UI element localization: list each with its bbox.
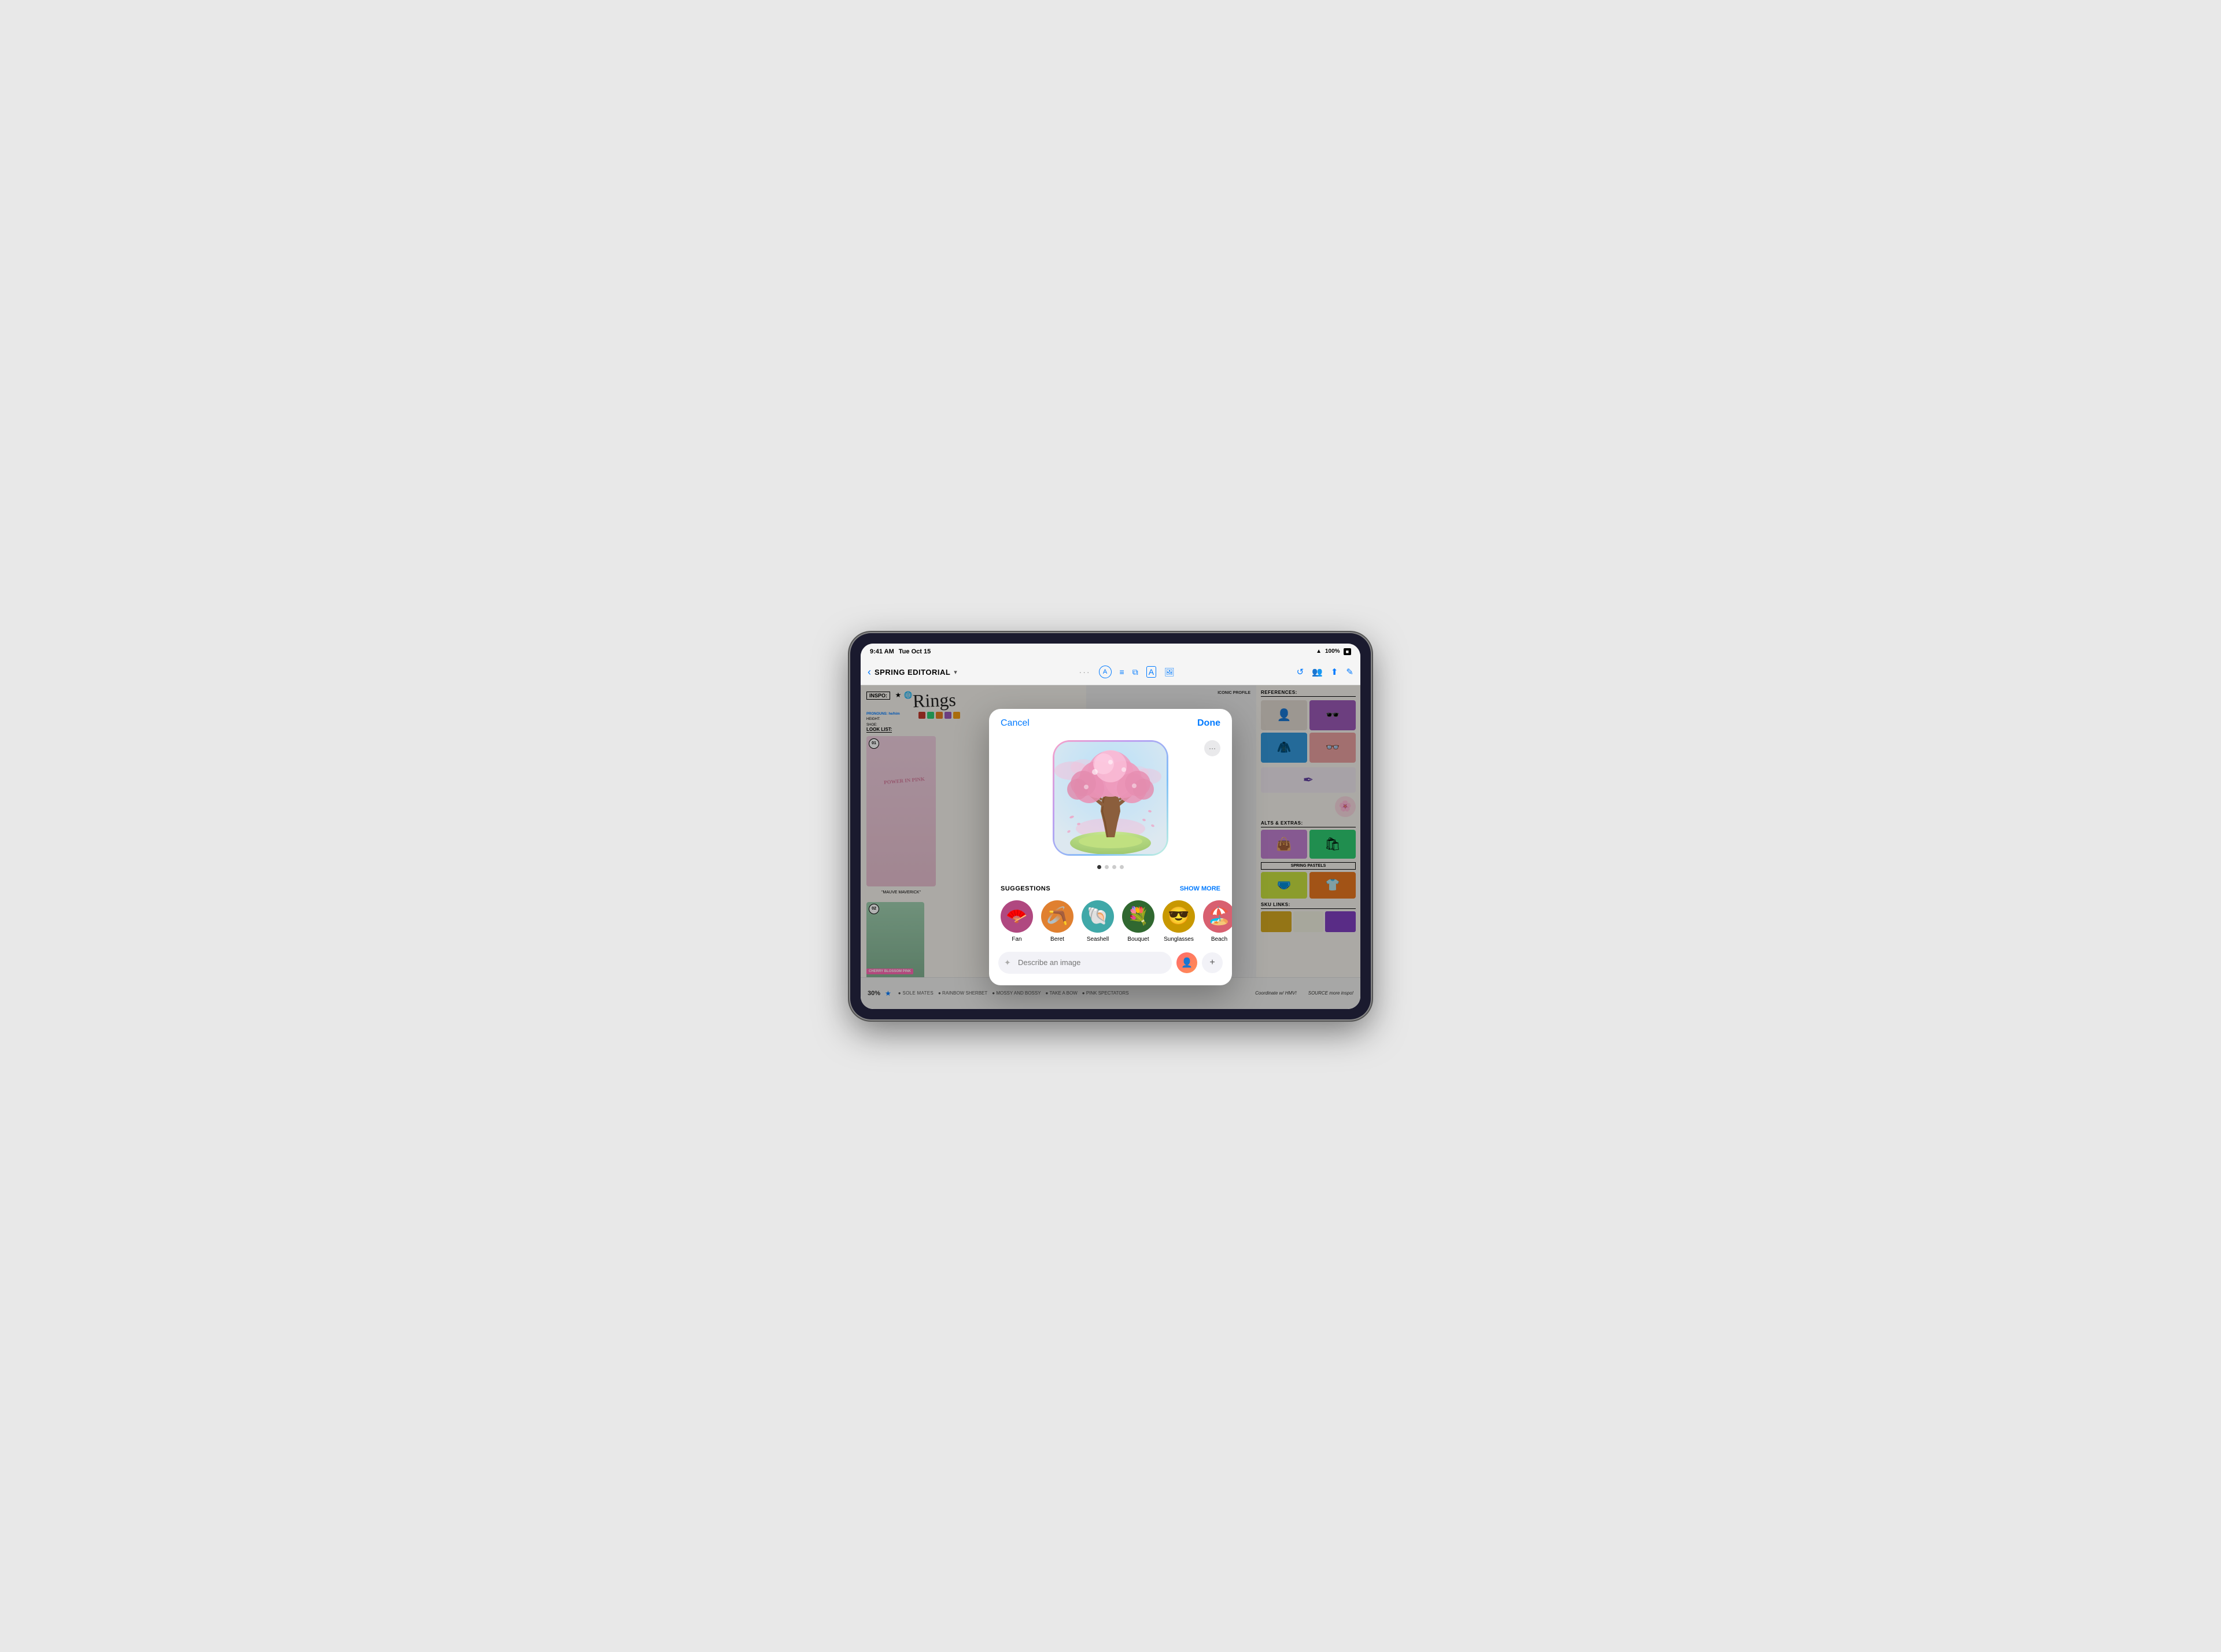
seashell-emoji-bg: 🐚	[1082, 900, 1114, 933]
page-dot-2	[1105, 865, 1109, 869]
image-tool-icon[interactable]: 🖼	[1164, 667, 1175, 677]
fan-emoji-bg: 🪭	[1001, 900, 1033, 933]
beret-label: Beret	[1050, 936, 1064, 943]
bouquet-label: Bouquet	[1127, 936, 1149, 943]
ipad-device: 9:41 AM Tue Oct 15 ▲ 100% ■ ‹ SPRING EDI…	[850, 633, 1371, 1019]
suggestion-item-seashell[interactable]: 🐚 Seashell	[1082, 900, 1114, 943]
toolbar-left: ‹ SPRING EDITORIAL ▾	[868, 666, 957, 678]
beret-emoji: 🪃	[1046, 906, 1068, 926]
seashell-label: Seashell	[1087, 936, 1109, 943]
show-more-button[interactable]: SHOW MORE	[1180, 885, 1220, 892]
image-picker-modal: Cancel Done ···	[989, 709, 1232, 985]
text-tool-icon[interactable]: ≡	[1120, 667, 1124, 677]
document-title: SPRING EDITORIAL	[875, 668, 950, 677]
fan-emoji: 🪭	[1006, 906, 1027, 926]
page-dot-1	[1097, 865, 1101, 869]
more-dots-icon: ···	[1209, 744, 1216, 752]
person-button[interactable]: 👤	[1176, 952, 1197, 973]
suggestions-section: SUGGESTIONS SHOW MORE 🪭 Fan	[989, 885, 1232, 952]
suggestion-item-fan[interactable]: 🪭 Fan	[1001, 900, 1033, 943]
seashell-emoji: 🐚	[1087, 906, 1108, 926]
sunglasses-emoji: 😎	[1168, 906, 1189, 926]
suggestion-item-beret[interactable]: 🪃 Beret	[1041, 900, 1073, 943]
describe-input[interactable]	[998, 952, 1172, 974]
modal-overlay[interactable]: Cancel Done ···	[861, 685, 1360, 1009]
battery-icon: ■	[1344, 648, 1351, 655]
ai-generated-image	[1054, 742, 1167, 854]
sunglasses-label: Sunglasses	[1164, 936, 1194, 943]
beach-label: Beach	[1211, 936, 1227, 943]
collaboration-icon[interactable]: 👥	[1312, 667, 1323, 677]
image-more-options-button[interactable]: ···	[1204, 740, 1220, 756]
toolbar-right: ↺ 👥 ⬆ ✎	[1297, 667, 1353, 677]
status-right: ▲ 100% ■	[1316, 648, 1351, 655]
suggestion-item-beach[interactable]: 🏖️ Beach	[1203, 900, 1232, 943]
bouquet-emoji-bg: 💐	[1122, 900, 1154, 933]
edit-icon[interactable]: ✎	[1346, 667, 1353, 677]
ipad-screen: 9:41 AM Tue Oct 15 ▲ 100% ■ ‹ SPRING EDI…	[861, 644, 1360, 1009]
bouquet-emoji: 💐	[1127, 906, 1149, 926]
beach-emoji: 🏖️	[1208, 906, 1230, 926]
date-display: Tue Oct 15	[899, 648, 931, 655]
done-button[interactable]: Done	[1197, 718, 1220, 729]
time-display: 9:41 AM	[870, 648, 894, 655]
wifi-icon: ▲	[1316, 648, 1322, 655]
describe-input-wrapper[interactable]: ✦	[998, 952, 1172, 974]
share-icon[interactable]: ⬆	[1331, 667, 1338, 677]
suggestions-grid: 🪭 Fan 🪃 Beret	[1001, 900, 1220, 943]
sunglasses-emoji-bg: 😎	[1163, 900, 1195, 933]
suggestion-item-bouquet[interactable]: 💐 Bouquet	[1122, 900, 1154, 943]
history-icon[interactable]: ↺	[1297, 667, 1304, 677]
toolbar-center: ··· A ≡ ⧉ A 🖼	[962, 666, 1292, 678]
main-canvas-area[interactable]: INSPO: ★ 🌐 Rings PRONOUNS: he/him HEIGHT…	[861, 685, 1360, 1009]
layers-tool-icon[interactable]: ⧉	[1132, 667, 1138, 677]
status-left: 9:41 AM Tue Oct 15	[870, 648, 931, 655]
back-button[interactable]: ‹	[868, 666, 871, 678]
page-dot-4	[1120, 865, 1124, 869]
toolbar-more-dots: ···	[1079, 667, 1091, 677]
textbox-tool-icon[interactable]: A	[1146, 666, 1156, 678]
page-dot-3	[1112, 865, 1116, 869]
battery-display: 100%	[1325, 648, 1340, 655]
beach-emoji-bg: 🏖️	[1203, 900, 1232, 933]
beret-emoji-bg: 🪃	[1041, 900, 1073, 933]
image-input-area: ✦ 👤 +	[989, 952, 1232, 985]
sparkle-icon: ✦	[1004, 958, 1011, 967]
person-icon: 👤	[1181, 957, 1193, 969]
fan-label: Fan	[1012, 936, 1021, 943]
modal-header: Cancel Done	[989, 709, 1232, 733]
image-page-indicators	[1097, 865, 1124, 869]
add-button[interactable]: +	[1202, 952, 1223, 973]
suggestion-item-sunglasses[interactable]: 😎 Sunglasses	[1163, 900, 1195, 943]
suggestions-label: SUGGESTIONS	[1001, 885, 1050, 892]
cancel-button[interactable]: Cancel	[1001, 718, 1030, 729]
pencil-tool-icon[interactable]: A	[1099, 666, 1112, 678]
suggestions-header: SUGGESTIONS SHOW MORE	[1001, 885, 1220, 892]
image-gradient-border	[1053, 740, 1168, 856]
status-bar: 9:41 AM Tue Oct 15 ▲ 100% ■	[861, 644, 1360, 660]
toolbar: ‹ SPRING EDITORIAL ▾ ··· A ≡ ⧉ A 🖼 ↺ 👥 ⬆…	[861, 660, 1360, 685]
cherry-blossom-svg	[1054, 742, 1167, 854]
title-chevron-icon[interactable]: ▾	[954, 668, 957, 676]
modal-image-area: ···	[989, 733, 1232, 885]
ipad-frame: 9:41 AM Tue Oct 15 ▲ 100% ■ ‹ SPRING EDI…	[850, 633, 1371, 1019]
add-icon: +	[1209, 958, 1215, 968]
